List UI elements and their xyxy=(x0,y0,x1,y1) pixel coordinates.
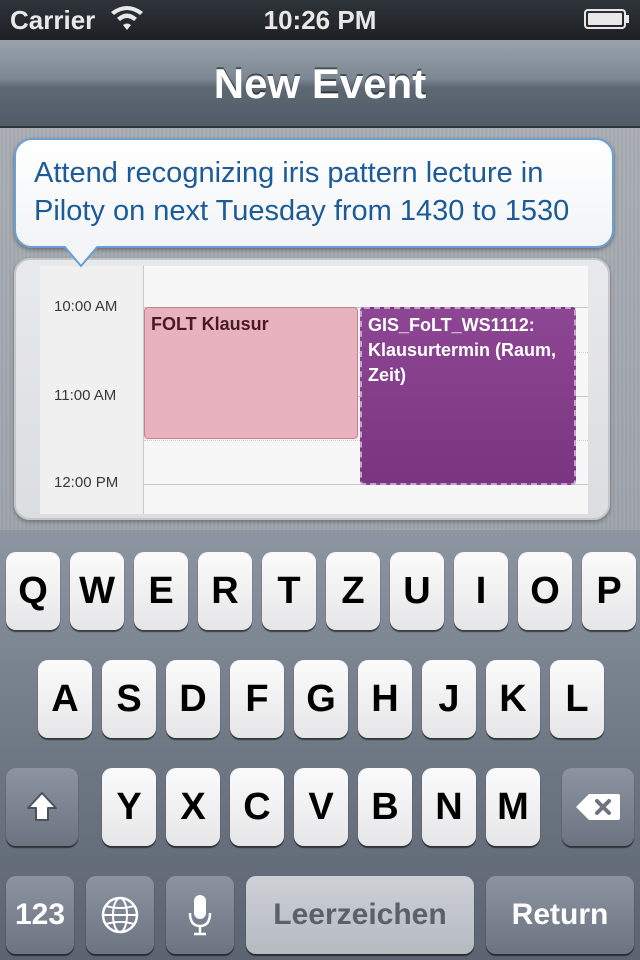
speech-text: Attend recognizing iris pattern lecture … xyxy=(34,157,570,227)
key-b[interactable]: B xyxy=(358,768,412,846)
calendar-preview: 10:00 AM 11:00 AM 12:00 PM FOLT Klausur … xyxy=(14,258,610,520)
navigation-bar: New Event xyxy=(0,40,640,128)
numbers-key[interactable]: 123 xyxy=(6,876,74,954)
key-q[interactable]: Q xyxy=(6,552,60,630)
key-z[interactable]: Z xyxy=(326,552,380,630)
key-d[interactable]: D xyxy=(166,660,220,738)
event-title: FOLT Klausur xyxy=(151,314,269,334)
dictation-key[interactable] xyxy=(166,876,234,954)
shift-key[interactable] xyxy=(6,768,78,846)
key-t[interactable]: T xyxy=(262,552,316,630)
content-area: Attend recognizing iris pattern lecture … xyxy=(0,128,640,530)
event-folt-klausur[interactable]: FOLT Klausur xyxy=(144,307,358,439)
globe-icon xyxy=(101,896,139,934)
globe-key[interactable] xyxy=(86,876,154,954)
event-title: GIS_FoLT_WS1112: Klausurtermin (Raum, Ze… xyxy=(368,315,557,385)
space-key[interactable]: Leerzeichen xyxy=(246,876,474,954)
return-key[interactable]: Return xyxy=(486,876,634,954)
key-f[interactable]: F xyxy=(230,660,284,738)
key-g[interactable]: G xyxy=(294,660,348,738)
key-h[interactable]: H xyxy=(358,660,412,738)
key-v[interactable]: V xyxy=(294,768,348,846)
key-w[interactable]: W xyxy=(70,552,124,630)
delete-icon xyxy=(576,794,620,820)
page-title: New Event xyxy=(213,60,427,107)
speech-bubble[interactable]: Attend recognizing iris pattern lecture … xyxy=(14,138,614,248)
battery-icon xyxy=(584,9,629,29)
key-a[interactable]: A xyxy=(38,660,92,738)
time-label-12pm: 12:00 PM xyxy=(54,474,119,491)
time-label-10am: 10:00 AM xyxy=(54,298,118,315)
key-e[interactable]: E xyxy=(134,552,188,630)
key-l[interactable]: L xyxy=(550,660,604,738)
key-r[interactable]: R xyxy=(198,552,252,630)
key-c[interactable]: C xyxy=(230,768,284,846)
clock: 10:26 PM xyxy=(263,5,377,35)
key-o[interactable]: O xyxy=(518,552,572,630)
key-x[interactable]: X xyxy=(166,768,220,846)
event-gis-klausurtermin[interactable]: GIS_FoLT_WS1112: Klausurtermin (Raum, Ze… xyxy=(360,307,576,485)
key-s[interactable]: S xyxy=(102,660,156,738)
shift-icon xyxy=(27,792,57,821)
status-bar: Carrier 10:26 PM xyxy=(0,0,640,40)
microphone-icon xyxy=(188,895,212,936)
key-j[interactable]: J xyxy=(422,660,476,738)
calendar-day-view: 10:00 AM 11:00 AM 12:00 PM FOLT Klausur … xyxy=(40,266,588,514)
key-y[interactable]: Y xyxy=(102,768,156,846)
key-m[interactable]: M xyxy=(486,768,540,846)
bubble-tail xyxy=(64,246,98,268)
key-k[interactable]: K xyxy=(486,660,540,738)
key-n[interactable]: N xyxy=(422,768,476,846)
keyboard: Q W E R T Z U I O P A S D F G H J K L Y … xyxy=(0,530,640,960)
delete-key[interactable] xyxy=(562,768,634,846)
time-label-11am: 11:00 AM xyxy=(54,387,117,404)
key-u[interactable]: U xyxy=(390,552,444,630)
key-p[interactable]: P xyxy=(582,552,636,630)
key-i[interactable]: I xyxy=(454,552,508,630)
